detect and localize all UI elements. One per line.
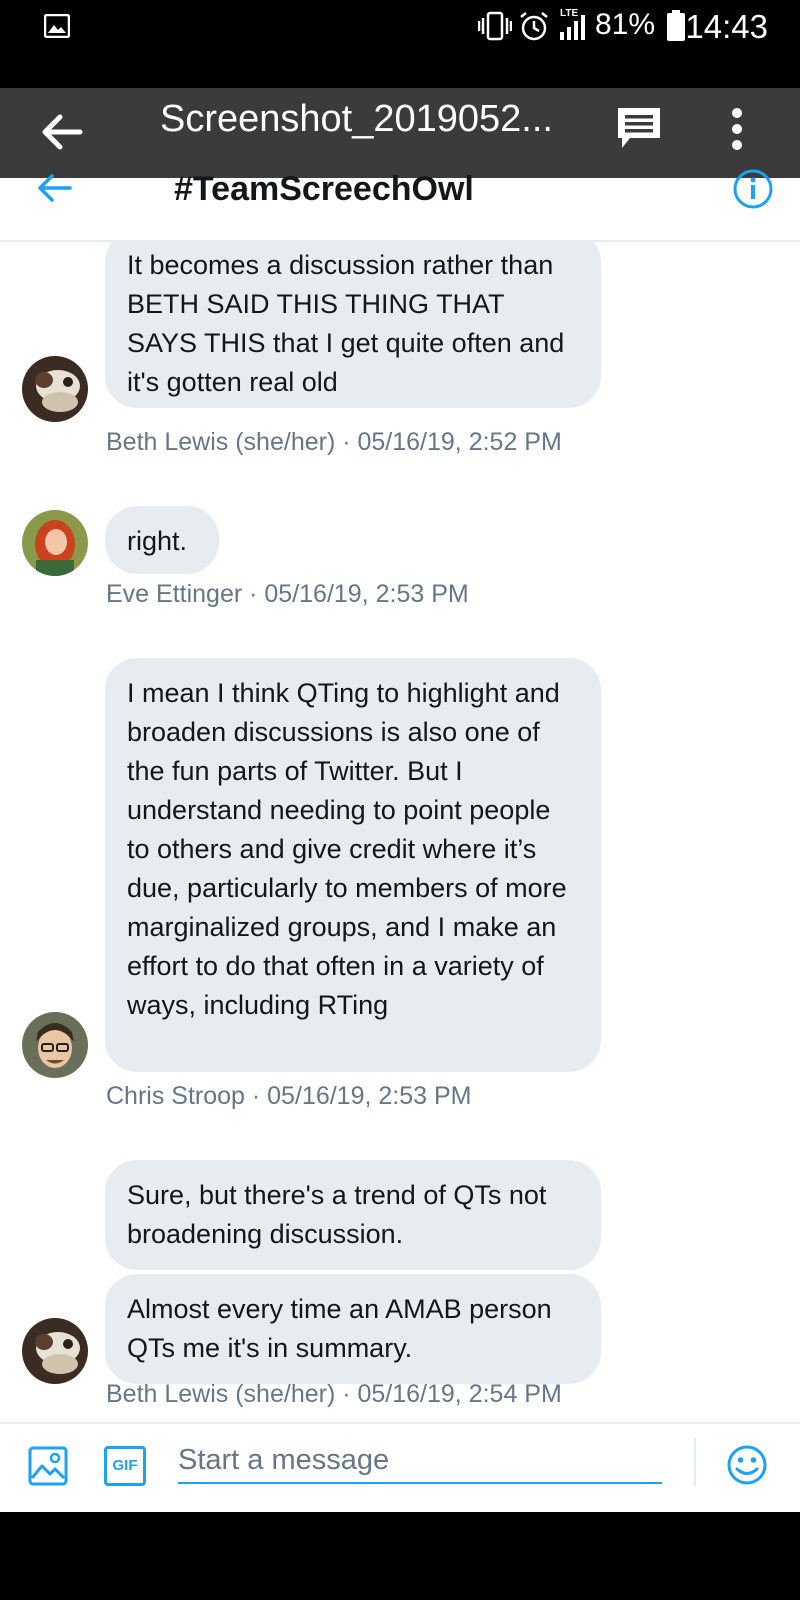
status-bar: LTE 81% 14:43 xyxy=(0,0,800,88)
message-bubble[interactable]: It becomes a discussion rather than BETH… xyxy=(105,242,601,408)
conversation-header: #TeamScreechOwl xyxy=(0,169,800,242)
message-composer: GIF xyxy=(0,1422,800,1514)
battery-icon xyxy=(667,10,685,41)
back-arrow-icon[interactable] xyxy=(40,110,84,154)
message-meta: Eve Ettinger · 05/16/19, 2:53 PM xyxy=(106,580,469,608)
message-meta: Beth Lewis (she/her) · 05/16/19, 2:52 PM xyxy=(106,428,562,456)
avatar[interactable] xyxy=(22,356,88,422)
system-nav-bar xyxy=(0,1512,800,1600)
back-icon[interactable] xyxy=(36,172,72,204)
message-meta: Beth Lewis (she/her) · 05/16/19, 2:54 PM xyxy=(106,1380,562,1408)
alarm-icon xyxy=(520,12,548,41)
vibrate-icon xyxy=(478,11,512,41)
message-bubble[interactable]: I mean I think QTing to highlight and br… xyxy=(105,658,601,1072)
file-title: Screenshot_2019052... xyxy=(160,98,553,140)
message-bubble[interactable]: Almost every time an AMAB person QTs me … xyxy=(105,1274,601,1384)
image-icon[interactable] xyxy=(28,1446,68,1486)
avatar[interactable] xyxy=(22,510,88,576)
image-viewer-toolbar: Screenshot_2019052... xyxy=(0,88,800,178)
message-list[interactable]: It becomes a discussion rather than BETH… xyxy=(0,242,800,1422)
composer-divider xyxy=(694,1438,696,1486)
battery-percent: 81% xyxy=(594,8,655,41)
message-input[interactable] xyxy=(178,1438,662,1484)
message-meta: Chris Stroop · 05/16/19, 2:53 PM xyxy=(106,1082,472,1110)
conversation-title: #TeamScreechOwl xyxy=(174,170,474,208)
clock: 14:43 xyxy=(685,8,768,45)
emoji-icon[interactable] xyxy=(726,1444,768,1486)
message-bubble[interactable]: Sure, but there's a trend of QTs not bro… xyxy=(105,1160,601,1270)
avatar[interactable] xyxy=(22,1012,88,1078)
gallery-notification-icon xyxy=(44,14,70,38)
info-icon[interactable] xyxy=(732,168,774,210)
gif-button[interactable]: GIF xyxy=(104,1446,146,1486)
message-bubble[interactable]: right. xyxy=(105,506,219,574)
more-options-icon[interactable] xyxy=(730,106,744,152)
comment-icon[interactable] xyxy=(614,104,664,152)
avatar[interactable] xyxy=(22,1318,88,1384)
signal-icon xyxy=(560,15,585,40)
